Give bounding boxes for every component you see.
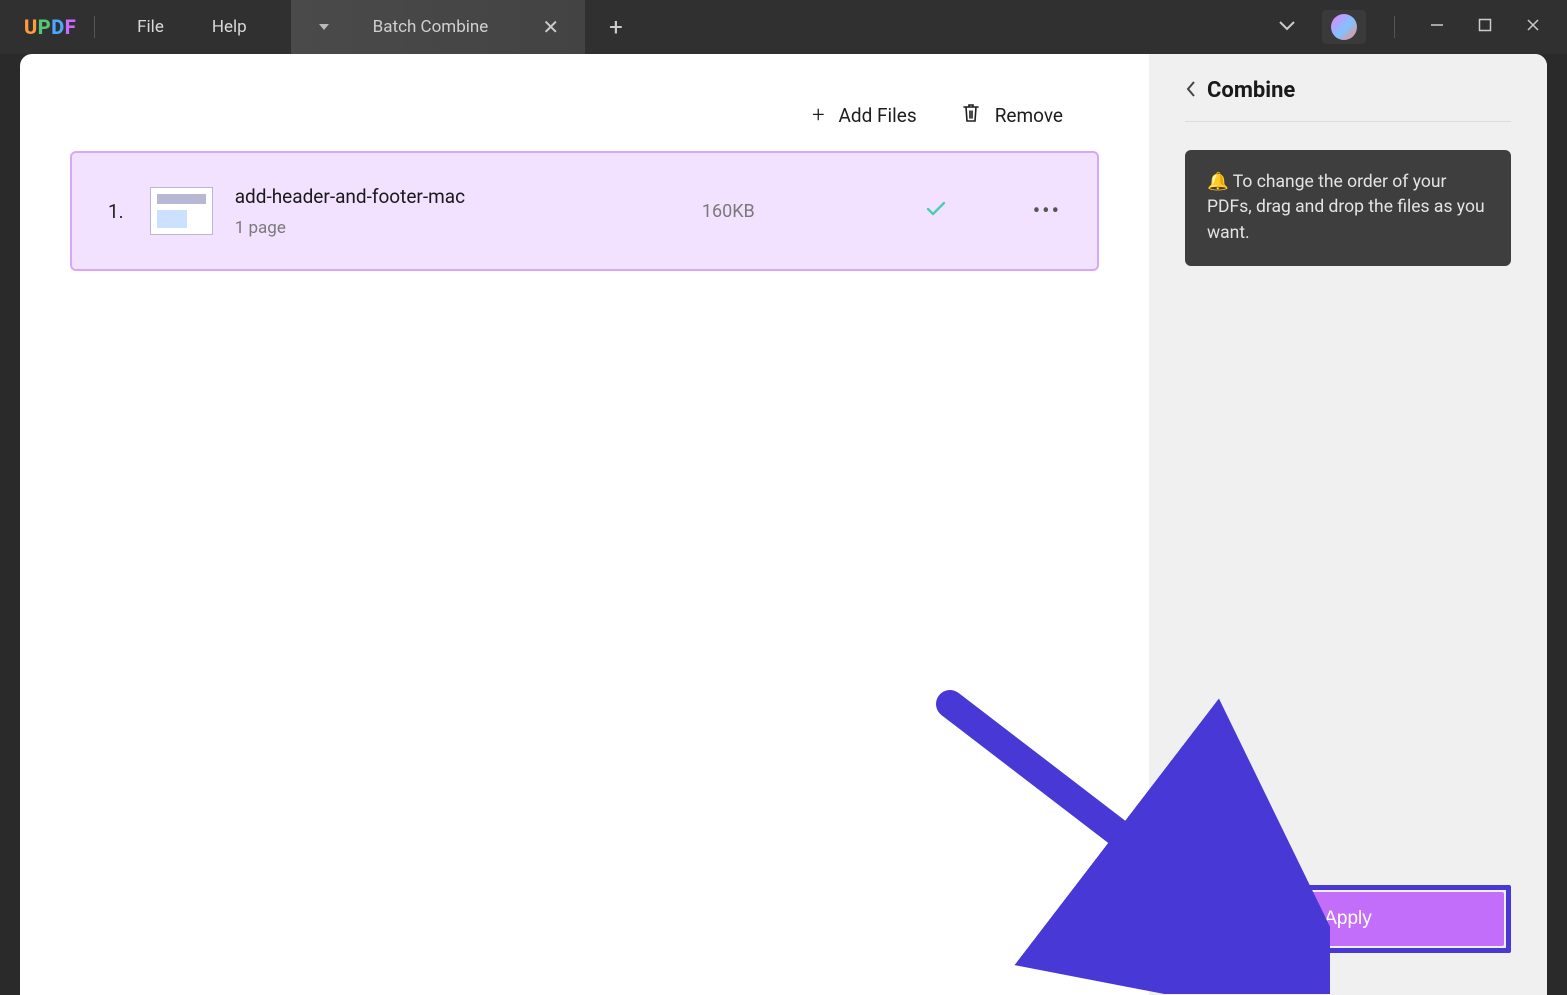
close-icon[interactable]: ✕	[536, 15, 565, 39]
menu-file[interactable]: File	[113, 17, 188, 37]
file-name: add-header-and-footer-mac	[235, 185, 465, 208]
add-files-button[interactable]: + Add Files	[812, 103, 917, 128]
separator	[94, 16, 95, 38]
check-icon	[925, 200, 947, 222]
file-row[interactable]: 1. add-header-and-footer-mac 1 page 160K…	[70, 151, 1099, 271]
tip-box: 🔔 To change the order of your PDFs, drag…	[1185, 150, 1511, 266]
tip-text: 🔔 To change the order of your PDFs, drag…	[1207, 172, 1485, 243]
remove-label: Remove	[995, 104, 1063, 127]
separator	[1394, 16, 1395, 38]
user-avatar[interactable]	[1322, 10, 1366, 44]
titlebar: UPDF File Help Batch Combine ✕ +	[0, 0, 1567, 54]
back-icon[interactable]	[1185, 80, 1197, 102]
tab-batch-combine[interactable]: Batch Combine ✕	[291, 0, 585, 54]
file-pages: 1 page	[235, 218, 465, 238]
maximize-button[interactable]	[1461, 17, 1509, 37]
file-thumbnail	[150, 187, 213, 235]
trash-icon	[961, 102, 981, 129]
tab-title: Batch Combine	[373, 17, 537, 37]
menu-help[interactable]: Help	[188, 17, 271, 37]
file-list-area: + Add Files Remove 1. add-header-and-foo…	[70, 84, 1099, 965]
apply-highlight: Apply	[1185, 885, 1511, 953]
app-logo: UPDF	[24, 15, 76, 39]
close-window-button[interactable]	[1509, 17, 1557, 37]
main-panel: + Add Files Remove 1. add-header-and-foo…	[20, 54, 1149, 995]
workspace: + Add Files Remove 1. add-header-and-foo…	[20, 54, 1547, 995]
add-files-label: Add Files	[839, 104, 917, 127]
apply-button[interactable]: Apply	[1192, 892, 1504, 946]
file-size: 160KB	[702, 201, 755, 222]
tab-dropdown-icon[interactable]	[319, 24, 329, 30]
minimize-button[interactable]	[1413, 17, 1461, 37]
side-panel-title: Combine	[1207, 78, 1295, 103]
remove-button[interactable]: Remove	[961, 102, 1063, 129]
file-index: 1.	[108, 200, 124, 223]
more-icon[interactable]: •••	[1033, 199, 1061, 224]
side-panel: Combine 🔔 To change the order of your PD…	[1149, 54, 1547, 995]
new-tab-button[interactable]: +	[585, 13, 647, 41]
plus-icon: +	[812, 103, 824, 128]
chevron-down-icon[interactable]	[1262, 17, 1312, 37]
file-toolbar: + Add Files Remove	[70, 84, 1099, 151]
